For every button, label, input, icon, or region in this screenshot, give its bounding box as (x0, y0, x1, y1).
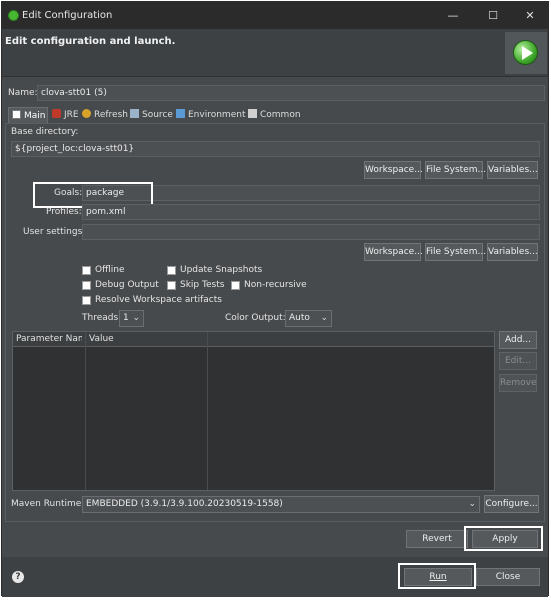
debug-output-box[interactable] (82, 280, 91, 290)
color-output-value: Auto (289, 313, 310, 323)
base-directory-field[interactable]: ${project_loc:clova-stt01} (11, 141, 540, 157)
edit-configuration-dialog: Edit Configuration — ☐ ✕ Edit configurat… (1, 1, 549, 597)
resolve-workspace-checkbox[interactable]: Resolve Workspace artifacts (82, 295, 222, 305)
threads-label: Threads: (82, 313, 122, 323)
main-tab-icon (12, 110, 21, 119)
jre-icon (52, 109, 61, 118)
update-snapshots-label: Update Snapshots (180, 265, 263, 275)
edit-parameter-button[interactable]: Edit... (499, 352, 537, 370)
configure-button[interactable]: Configure... (484, 495, 539, 513)
add-parameter-button[interactable]: Add... (499, 331, 537, 349)
base-filesystem-button[interactable]: File System... (425, 161, 486, 179)
source-icon (130, 109, 139, 118)
close-window-button[interactable]: ✕ (517, 7, 543, 25)
color-output-chevron-down-icon: ⌄ (320, 313, 328, 323)
skip-tests-label: Skip Tests (180, 280, 225, 290)
settings-variables-button[interactable]: Variables... (487, 243, 538, 261)
maximize-button[interactable]: ☐ (480, 7, 506, 25)
tab-main-label: Main (24, 111, 46, 121)
common-icon (248, 109, 257, 118)
threads-select[interactable]: 1 ⌄ (119, 310, 144, 327)
refresh-icon (82, 109, 91, 118)
maven-runtime-select[interactable]: EMBEDDED (3.9.1/3.9.100.20230519-1558) ⌄ (82, 496, 480, 513)
name-field[interactable]: clova-stt01 (5) (37, 85, 545, 101)
parameters-table[interactable]: Parameter Name Value (12, 331, 495, 491)
threads-chevron-down-icon: ⌄ (132, 313, 140, 323)
dialog-header: Edit configuration and launch. (2, 29, 548, 77)
run-highlight-box (398, 563, 476, 589)
skip-tests-box[interactable] (167, 280, 176, 290)
user-settings-field[interactable] (82, 224, 540, 240)
non-recursive-checkbox[interactable]: Non-recursive (231, 280, 307, 290)
non-recursive-box[interactable] (231, 280, 240, 290)
resolve-workspace-label: Resolve Workspace artifacts (95, 295, 222, 305)
remove-parameter-button[interactable]: Remove (499, 374, 537, 392)
tab-common[interactable]: Common (248, 107, 301, 123)
tab-refresh[interactable]: Refresh (82, 107, 128, 123)
offline-checkbox[interactable]: Offline (82, 265, 125, 275)
help-icon[interactable]: ? (12, 571, 24, 583)
play-icon (522, 46, 533, 60)
param-value-column-header[interactable]: Value (89, 334, 114, 344)
offline-checkbox-box[interactable] (82, 265, 91, 275)
settings-workspace-button[interactable]: Workspace... (364, 243, 423, 261)
maven-runtime-chevron-down-icon: ⌄ (468, 499, 476, 509)
tab-main[interactable]: Main (8, 107, 48, 123)
settings-filesystem-button[interactable]: File System... (425, 243, 486, 261)
tab-jre-label: JRE (64, 110, 79, 120)
revert-button[interactable]: Revert (406, 530, 468, 548)
skip-tests-checkbox[interactable]: Skip Tests (167, 280, 224, 290)
base-variables-button[interactable]: Variables... (487, 161, 538, 179)
base-directory-label: Base directory: (11, 127, 79, 137)
profiles-field[interactable]: pom.xml (82, 204, 540, 220)
column-divider (207, 332, 208, 490)
column-divider (85, 332, 86, 490)
debug-output-checkbox[interactable]: Debug Output (82, 280, 159, 290)
close-button[interactable]: Close (476, 568, 540, 586)
minimize-button[interactable]: — (440, 7, 466, 25)
name-label: Name: (8, 88, 38, 98)
tab-refresh-label: Refresh (94, 110, 128, 120)
profiles-label: Profiles: (46, 207, 82, 217)
eclipse-logo-icon (8, 10, 19, 21)
tab-source-label: Source (142, 110, 173, 120)
tab-jre[interactable]: JRE (52, 107, 79, 123)
tab-environment[interactable]: Environment (176, 107, 245, 123)
window-title: Edit Configuration (22, 10, 113, 21)
run-banner-icon (505, 32, 547, 74)
offline-label: Offline (95, 265, 125, 275)
color-output-select[interactable]: Auto ⌄ (285, 310, 332, 327)
user-settings-label: User settings: (23, 227, 86, 237)
tab-source[interactable]: Source (130, 107, 173, 123)
update-snapshots-checkbox[interactable]: Update Snapshots (167, 265, 262, 275)
non-recursive-label: Non-recursive (244, 280, 307, 290)
base-workspace-button[interactable]: Workspace... (364, 161, 423, 179)
tab-common-label: Common (260, 110, 301, 120)
debug-output-label: Debug Output (95, 280, 159, 290)
maven-runtime-label: Maven Runtime: (11, 499, 85, 509)
title-bar: Edit Configuration — ☐ ✕ (2, 2, 548, 29)
header-title: Edit configuration and launch. (5, 36, 176, 47)
tab-environment-label: Environment (188, 110, 246, 120)
resolve-workspace-box[interactable] (82, 295, 91, 305)
color-output-label: Color Output: (225, 313, 286, 323)
update-snapshots-box[interactable] (167, 265, 176, 275)
param-name-column-header[interactable]: Parameter Name (16, 334, 82, 344)
environment-icon (176, 109, 185, 118)
apply-highlight-box (464, 526, 543, 551)
maven-runtime-value: EMBEDDED (3.9.1/3.9.100.20230519-1558) (86, 499, 283, 509)
threads-value: 1 (123, 313, 129, 323)
